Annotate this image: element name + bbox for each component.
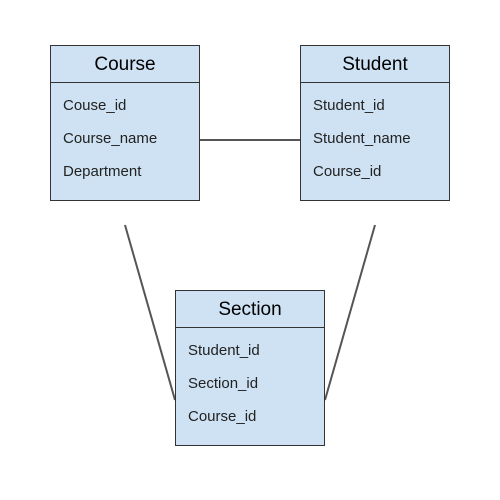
- entity-section-attr: Student_id: [188, 334, 312, 367]
- entity-course-attr: Course_name: [63, 122, 187, 155]
- entity-course: Course Couse_id Course_name Department: [50, 45, 200, 201]
- entity-section: Section Student_id Section_id Course_id: [175, 290, 325, 446]
- entity-section-attr: Course_id: [188, 400, 312, 433]
- entity-student-attr: Student_id: [313, 89, 437, 122]
- er-diagram-canvas: Course Couse_id Course_name Department S…: [0, 0, 500, 500]
- entity-student-attrs: Student_id Student_name Course_id: [301, 83, 449, 200]
- entity-course-attr: Couse_id: [63, 89, 187, 122]
- entity-student-title: Student: [301, 46, 449, 83]
- entity-section-attr: Section_id: [188, 367, 312, 400]
- entity-student-attr: Student_name: [313, 122, 437, 155]
- entity-student: Student Student_id Student_name Course_i…: [300, 45, 450, 201]
- edge-course-section: [125, 225, 175, 400]
- entity-course-title: Course: [51, 46, 199, 83]
- entity-section-title: Section: [176, 291, 324, 328]
- entity-student-attr: Course_id: [313, 155, 437, 188]
- entity-course-attr: Department: [63, 155, 187, 188]
- entity-section-attrs: Student_id Section_id Course_id: [176, 328, 324, 445]
- edge-student-section: [325, 225, 375, 400]
- entity-course-attrs: Couse_id Course_name Department: [51, 83, 199, 200]
